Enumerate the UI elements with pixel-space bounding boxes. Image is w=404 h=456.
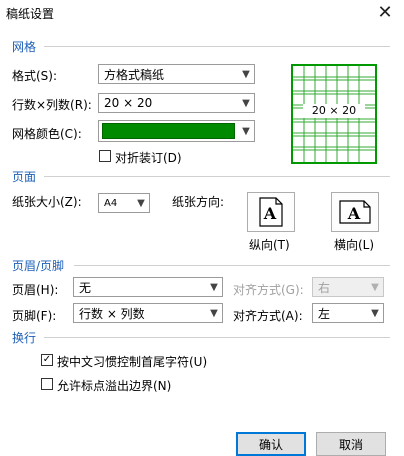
paper-size-select[interactable]: A4 ▼ (98, 193, 150, 213)
header-value: 无 (79, 280, 92, 295)
header-align-value: 右 (318, 280, 331, 295)
paper-size-label: 纸张大小(Z): (12, 195, 82, 209)
format-label: 格式(S): (12, 69, 58, 83)
fold-binding-label: 对折装订(D) (115, 151, 182, 165)
chevron-down-icon: ▼ (242, 97, 250, 109)
section-divider (44, 337, 390, 338)
window-title: 稿纸设置 (6, 7, 55, 21)
ok-button[interactable]: 确认 (236, 432, 306, 456)
portrait-button[interactable]: A (247, 192, 295, 232)
section-divider (74, 265, 390, 266)
header-select[interactable]: 无 ▼ (73, 277, 223, 297)
svg-text:A: A (347, 204, 361, 223)
footer-align-select[interactable]: 左 ▼ (312, 303, 384, 323)
footer-align-value: 左 (318, 306, 331, 321)
header-align-label: 对齐方式(G): (233, 283, 304, 297)
punctuation-overflow-label: 允许标点溢出边界(N) (57, 379, 172, 393)
section-title-header-footer: 页眉/页脚 (12, 259, 65, 273)
footer-value: 行数 × 列数 (79, 306, 145, 321)
landscape-page-icon: A (339, 200, 371, 224)
header-align-select[interactable]: 右 ▼ (312, 277, 384, 297)
chevron-down-icon: ▼ (137, 197, 145, 209)
chinese-rule-checkbox[interactable]: ✓ (41, 354, 53, 366)
grid-preview: 20 × 20 (291, 64, 377, 164)
chevron-down-icon: ▼ (371, 281, 379, 293)
chevron-down-icon: ▼ (242, 68, 250, 80)
title-bar (0, 0, 404, 26)
grid-preview-label: 20 × 20 (303, 104, 365, 118)
grid-color-swatch (102, 123, 235, 139)
format-value: 方格式稿纸 (104, 67, 165, 82)
svg-text:A: A (263, 204, 277, 223)
section-divider (44, 46, 390, 47)
paper-size-value: A4 (104, 197, 118, 209)
close-button[interactable]: ✕ (374, 2, 396, 24)
portrait-page-icon: A (259, 197, 283, 227)
grid-color-label: 网格颜色(C): (12, 127, 82, 141)
header-label: 页眉(H): (12, 283, 59, 297)
format-select[interactable]: 方格式稿纸 ▼ (98, 64, 255, 84)
punctuation-overflow-checkbox[interactable] (41, 378, 53, 390)
footer-label: 页脚(F): (12, 309, 57, 323)
landscape-button[interactable]: A (331, 192, 379, 232)
chevron-down-icon: ▼ (210, 281, 218, 293)
section-divider (44, 176, 390, 177)
rows-cols-label: 行数×列数(R): (12, 98, 92, 112)
footer-align-label: 对齐方式(A): (233, 309, 303, 323)
portrait-label: 纵向(T) (249, 238, 290, 252)
landscape-label: 横向(L) (334, 238, 375, 252)
orientation-label: 纸张方向: (172, 195, 225, 209)
cancel-button[interactable]: 取消 (316, 432, 386, 456)
chinese-rule-label: 按中文习惯控制首尾字符(U) (57, 355, 208, 369)
section-title-page: 页面 (12, 170, 37, 184)
rows-cols-select[interactable]: 20 × 20 ▼ (98, 93, 255, 113)
footer-select[interactable]: 行数 × 列数 ▼ (73, 303, 223, 323)
close-icon: ✕ (377, 2, 393, 23)
section-title-grid: 网格 (12, 40, 37, 54)
rows-cols-value: 20 × 20 (104, 96, 153, 110)
chevron-down-icon: ▼ (242, 125, 250, 137)
chevron-down-icon: ▼ (371, 307, 379, 319)
chevron-down-icon: ▼ (210, 307, 218, 319)
grid-color-select[interactable]: ▼ (98, 120, 255, 142)
fold-binding-checkbox[interactable] (99, 150, 111, 162)
section-title-line-break: 换行 (12, 331, 37, 345)
check-icon: ✓ (42, 354, 52, 365)
